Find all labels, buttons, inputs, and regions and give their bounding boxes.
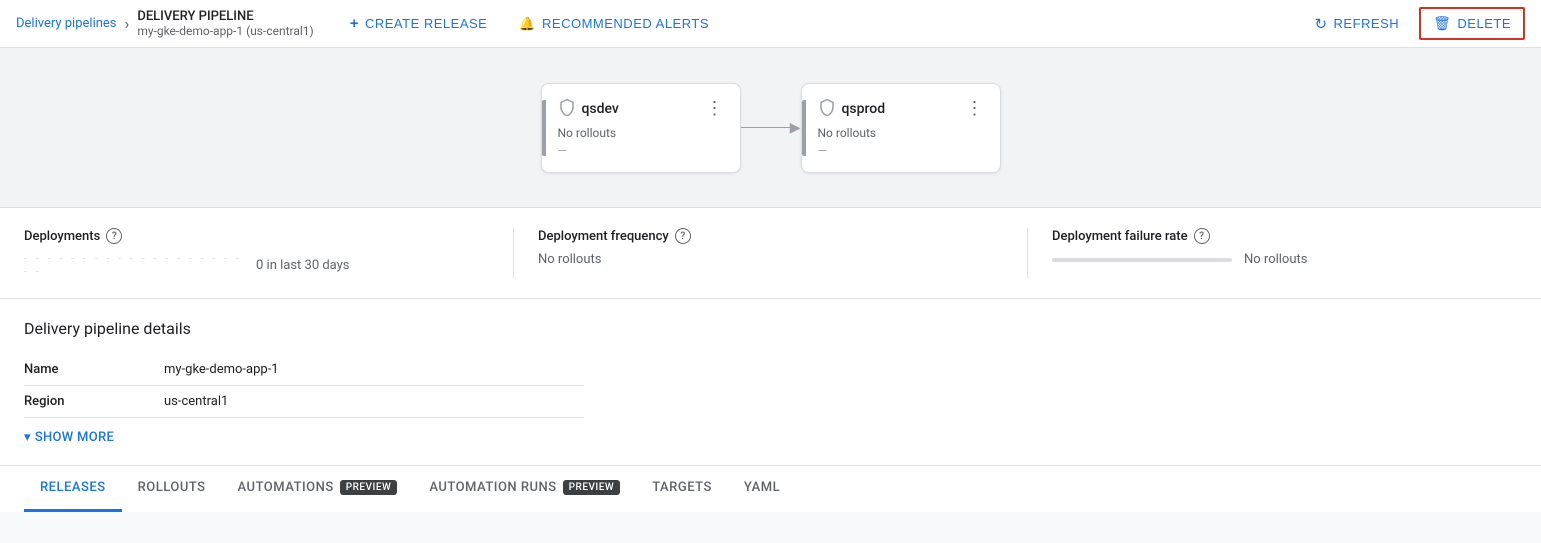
shield-icon-qsdev [558,98,576,120]
top-bar-actions: + CREATE RELEASE 🔔 RECOMMENDED ALERTS [338,9,721,38]
metric-failure-rate-value-row: No rollouts [1052,252,1517,267]
metric-frequency-value: No rollouts [538,252,601,267]
tab-releases[interactable]: RELEASES [24,466,122,512]
delete-label: DELETE [1457,16,1511,31]
tab-rollouts[interactable]: ROLLOUTS [122,466,222,512]
recommended-alerts-button[interactable]: 🔔 RECOMMENDED ALERTS [507,10,721,38]
details-section: Delivery pipeline details Name my-gke-de… [0,299,1541,465]
field-value-name: my-gke-demo-app-1 [164,354,584,386]
create-release-label: CREATE RELEASE [365,16,487,31]
node-status-qsprod: No rollouts [818,126,984,140]
field-value-region: us-central1 [164,386,584,418]
arrow-head-icon: ▶ [790,120,801,136]
deployments-bar-dashes: - - - - - - - - - - - - - - - - - - - - … [24,252,244,278]
top-bar: Delivery pipelines › DELIVERY PIPELINE m… [0,0,1541,48]
pipeline-type-label: DELIVERY PIPELINE [137,9,313,24]
refresh-label: REFRESH [1334,16,1400,31]
node-dash-qsprod: — [818,144,984,158]
node-menu-qsprod[interactable]: ⋮ [966,100,984,118]
delete-icon: 🗑 [1433,15,1451,32]
field-label-region: Region [24,386,164,418]
tab-targets-label: TARGETS [652,480,712,495]
breadcrumb-current: DELIVERY PIPELINE my-gke-demo-app-1 (us-… [137,9,313,38]
metric-failure-rate: Deployment failure rate ? No rollouts [1052,228,1517,278]
table-row: Region us-central1 [24,386,584,418]
node-name-qsprod: qsprod [842,101,886,117]
breadcrumb: Delivery pipelines › DELIVERY PIPELINE m… [16,9,314,38]
automation-runs-preview-badge: PREVIEW [563,480,621,495]
failure-rate-bar [1052,258,1232,262]
chevron-down-icon: ▾ [24,430,31,445]
create-release-icon: + [350,15,359,32]
tab-automations[interactable]: AUTOMATIONS PREVIEW [222,466,414,512]
metric-frequency-value-row: No rollouts [538,252,1003,267]
failure-rate-help-icon[interactable]: ? [1194,228,1210,244]
pipeline-name-label: my-gke-demo-app-1 (us-central1) [137,24,313,38]
breadcrumb-arrow-icon: › [125,14,130,33]
node-title-row-qsprod: qsprod [818,98,886,120]
show-more-button[interactable]: ▾ SHOW MORE [24,430,1517,445]
breadcrumb-link[interactable]: Delivery pipelines [16,16,117,31]
create-release-button[interactable]: + CREATE RELEASE [338,9,500,38]
show-more-label: SHOW MORE [35,430,114,445]
node-header-qsprod: qsprod ⋮ [818,98,984,120]
pipeline-nodes: qsdev ⋮ No rollouts — ▶ qsprod [541,83,1001,173]
recommended-alerts-label: RECOMMENDED ALERTS [542,16,709,31]
tab-yaml-label: YAML [744,480,780,495]
delete-button[interactable]: 🗑 DELETE [1419,7,1525,40]
metric-deployments-value-row: - - - - - - - - - - - - - - - - - - - - … [24,252,489,278]
metric-failure-rate-label: Deployment failure rate ? [1052,228,1517,244]
alert-icon: 🔔 [519,16,536,32]
frequency-help-icon[interactable]: ? [675,228,691,244]
tabs-section: RELEASES ROLLOUTS AUTOMATIONS PREVIEW AU… [0,465,1541,512]
metric-deployments: Deployments ? - - - - - - - - - - - - - … [24,228,514,278]
table-row: Name my-gke-demo-app-1 [24,354,584,386]
node-name-qsdev: qsdev [582,101,619,117]
tab-releases-label: RELEASES [40,480,106,495]
tab-rollouts-label: ROLLOUTS [138,480,206,495]
node-menu-qsdev[interactable]: ⋮ [706,100,724,118]
automations-preview-badge: PREVIEW [340,480,398,495]
tab-automation-runs-label: AUTOMATION RUNS [429,480,556,495]
tab-automations-label: AUTOMATIONS [238,480,334,495]
field-label-name: Name [24,354,164,386]
pipeline-arrow: ▶ [741,120,801,136]
shield-icon-qsprod [818,98,836,120]
refresh-button[interactable]: ↻ REFRESH [1302,9,1411,39]
failure-rate-bar-progress [1052,258,1232,262]
metric-frequency: Deployment frequency ? No rollouts [538,228,1028,278]
pipeline-node-qsdev: qsdev ⋮ No rollouts — [541,83,741,173]
pipeline-canvas: qsdev ⋮ No rollouts — ▶ qsprod [0,48,1541,208]
details-table: Name my-gke-demo-app-1 Region us-central… [24,354,584,418]
metrics-section: Deployments ? - - - - - - - - - - - - - … [0,208,1541,299]
node-status-qsdev: No rollouts [558,126,724,140]
node-dash-qsdev: — [558,144,724,158]
metric-failure-rate-value: No rollouts [1244,252,1307,267]
tab-targets[interactable]: TARGETS [636,466,728,512]
metric-deployments-label: Deployments ? [24,228,489,244]
pipeline-node-qsprod: qsprod ⋮ No rollouts — [801,83,1001,173]
tab-automation-runs[interactable]: AUTOMATION RUNS PREVIEW [413,466,636,512]
refresh-icon: ↻ [1314,15,1327,33]
node-title-row-qsdev: qsdev [558,98,619,120]
metric-frequency-label: Deployment frequency ? [538,228,1003,244]
tab-yaml[interactable]: YAML [728,466,796,512]
node-header-qsdev: qsdev ⋮ [558,98,724,120]
deployments-help-icon[interactable]: ? [106,228,122,244]
metric-deployments-value: 0 in last 30 days [256,258,350,273]
details-title: Delivery pipeline details [24,319,1517,338]
